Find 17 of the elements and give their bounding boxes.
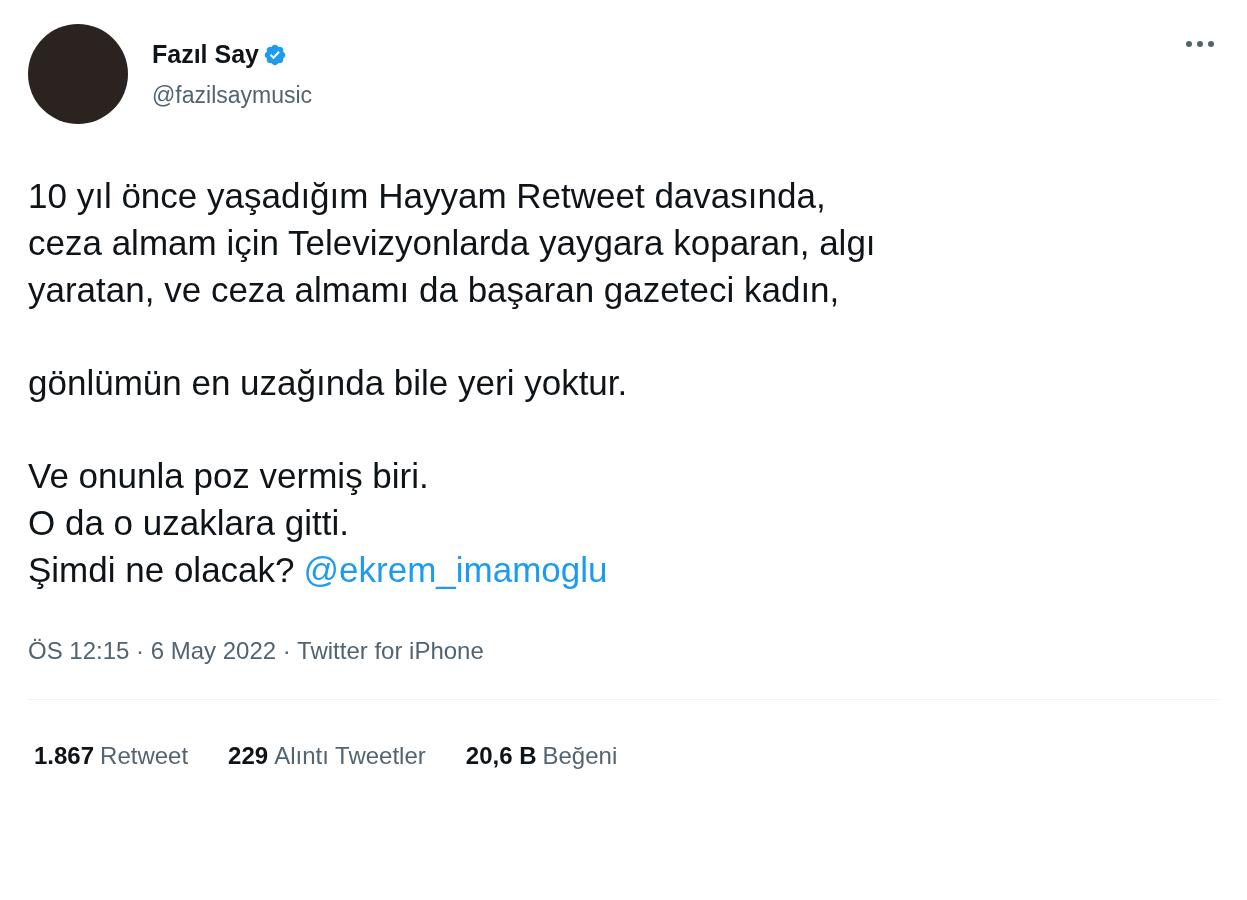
tweet-text: Ve onunla poz vermiş biri. <box>28 455 429 497</box>
tweet-text: yaratan, ve ceza almamı da başaran gazeteci kadın, <box>28 269 840 311</box>
stat-count: 20,6 B <box>465 741 537 771</box>
tweet-timestamp[interactable]: ÖS 12:15 · 6 May 2022 · Twitter for iPhone <box>28 637 484 664</box>
tweet-text: O da o uzaklara gitti. <box>28 502 349 544</box>
tweet-text: Şimdi ne olacak? <box>28 549 295 591</box>
more-icon[interactable] <box>1185 40 1215 48</box>
stat-count: 229 <box>228 741 269 771</box>
author-name[interactable]: Fazıl Say <box>152 36 259 74</box>
tweet-text: 10 yıl önce yaşadığım Hayyam Retweet davasında, <box>28 175 826 217</box>
tweet-text: ceza almam için Televizyonlarda yaygara koparan, algı <box>28 222 876 264</box>
tweet-text: gönlümün en uzağında bile yeri yoktur. <box>28 362 628 404</box>
stat-label[interactable]: Retweet <box>100 738 189 774</box>
stat-label[interactable]: Beğeni <box>542 738 618 774</box>
stat-label[interactable]: Alıntı Tweetler <box>274 738 426 774</box>
author-handle[interactable]: @fazilsaymusic <box>152 77 313 112</box>
stat-count: 1.867 <box>34 741 95 771</box>
